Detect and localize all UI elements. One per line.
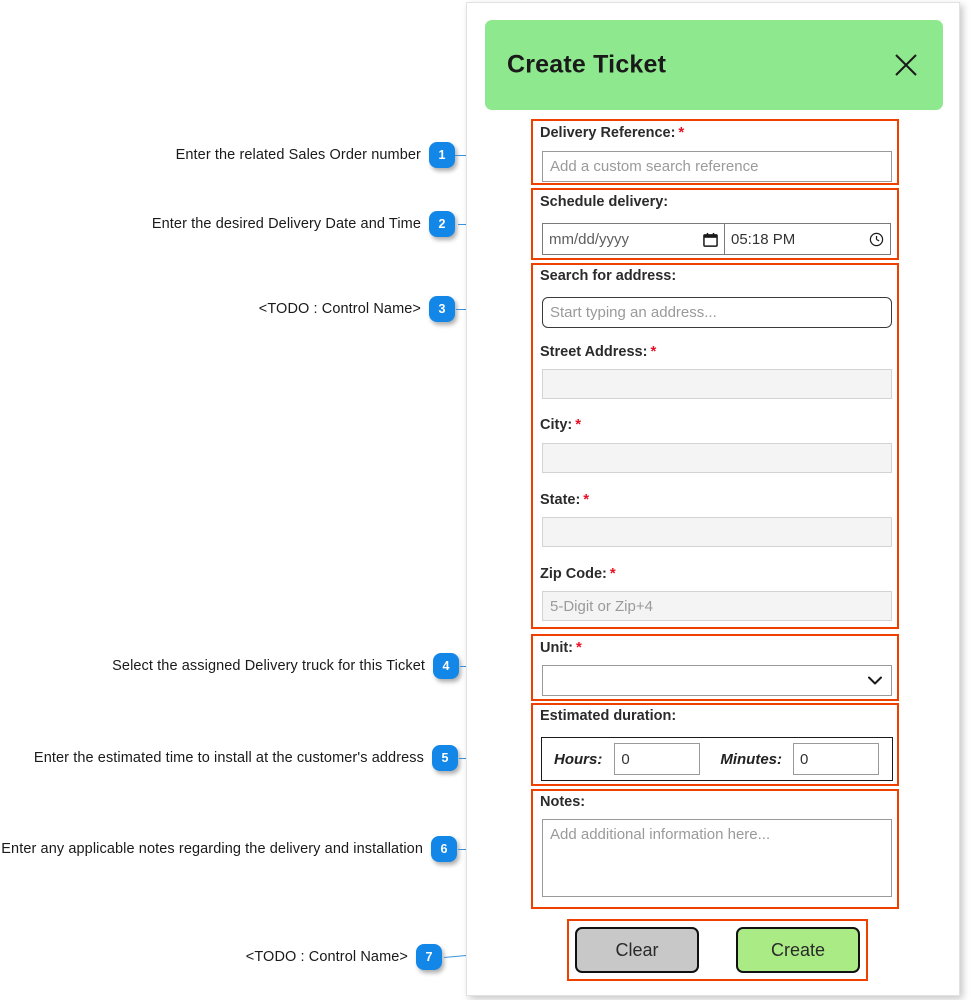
state-label: State: * [540,491,589,508]
annotation-7-text: <TODO : Control Name> [245,949,408,965]
state-input[interactable] [542,517,892,547]
unit-label-text: Unit: [540,640,574,656]
delivery-reference-input[interactable] [542,151,892,182]
clock-icon[interactable] [869,232,884,247]
duration-frame: Hours: Minutes: [541,737,893,781]
delivery-date-value: mm/dd/yyyy [549,230,630,248]
search-address-label: Search for address: [540,268,676,284]
minutes-input[interactable] [793,743,880,775]
annotation-5-text: Enter the estimated time to install at t… [33,750,424,766]
schedule-delivery-inputs: mm/dd/yyyy 05:18 PM [542,223,891,255]
search-address-input[interactable] [542,297,892,328]
annotation-2-text: Enter the desired Delivery Date and Time [151,216,421,232]
page-title: Create Ticket [507,50,667,79]
annotation-1-text: Enter the related Sales Order number [175,147,421,163]
annotation-5-badge[interactable]: 5 [432,745,458,771]
zip-code-label: Zip Code: * [540,565,616,582]
city-label: City: * [540,416,581,433]
annotation-5: Enter the estimated time to install at t… [34,745,458,771]
city-label-text: City: [540,417,573,433]
minutes-label: Minutes: [720,750,783,768]
required-asterisk: * [575,416,582,433]
delivery-reference-label-text: Delivery Reference: [540,125,676,141]
chevron-down-icon[interactable] [868,676,882,685]
street-address-label-text: Street Address: [540,344,648,360]
calendar-icon[interactable] [703,232,718,247]
modal-header: Create Ticket [485,20,943,110]
required-asterisk: * [576,639,582,656]
annotation-7-badge[interactable]: 7 [416,944,442,970]
clear-button[interactable]: Clear [575,927,699,973]
street-address-label: Street Address: * [540,343,656,360]
estimated-duration-label-text: Estimated duration: [540,708,677,724]
city-input[interactable] [542,443,892,473]
estimated-duration-label: Estimated duration: [540,708,676,724]
create-button[interactable]: Create [736,927,860,973]
notes-textarea[interactable] [542,819,892,897]
zip-code-input[interactable] [542,591,892,621]
unit-label: Unit: * [540,639,582,656]
annotation-2: Enter the desired Delivery Date and Time… [152,211,455,237]
hours-label: Hours: [554,750,603,768]
annotation-3-badge[interactable]: 3 [429,296,455,322]
annotation-4: Select the assigned Delivery truck for t… [112,653,459,679]
hours-input[interactable] [614,743,701,775]
annotation-1-badge[interactable]: 1 [429,142,455,168]
annotation-2-badge[interactable]: 2 [429,211,455,237]
delivery-time-input[interactable]: 05:18 PM [724,223,891,255]
notes-label-text: Notes: [540,794,586,810]
required-asterisk: * [583,491,590,508]
annotation-4-text: Select the assigned Delivery truck for t… [112,658,425,674]
create-ticket-modal: Create Ticket Delivery Reference:* Sched… [466,2,960,996]
state-label-text: State: [540,492,581,508]
annotation-1: Enter the related Sales Order number 1 [176,142,455,168]
street-address-input[interactable] [542,369,892,399]
annotation-3: <TODO : Control Name> 3 [259,296,455,322]
search-address-label-text: Search for address: [540,268,677,284]
annotation-6: Enter any applicable notes regarding the… [1,836,457,862]
unit-select[interactable] [542,665,892,696]
close-icon[interactable] [891,50,921,80]
required-asterisk: * [678,124,685,141]
annotation-6-text: Enter any applicable notes regarding the… [1,841,423,857]
annotation-4-badge[interactable]: 4 [433,653,459,679]
annotation-7: <TODO : Control Name> 7 [246,944,442,970]
required-asterisk: * [609,565,616,582]
annotation-3-text: <TODO : Control Name> [258,301,421,317]
delivery-date-input[interactable]: mm/dd/yyyy [542,223,725,255]
notes-label: Notes: [540,794,585,810]
required-asterisk: * [650,343,657,360]
delivery-reference-label: Delivery Reference: * [540,124,684,141]
delivery-time-value: 05:18 PM [731,230,796,248]
zip-code-label-text: Zip Code: [540,566,607,582]
schedule-delivery-label: Schedule delivery: [540,194,668,210]
annotation-6-badge[interactable]: 6 [431,836,457,862]
schedule-delivery-label-text: Schedule delivery: [540,194,669,210]
